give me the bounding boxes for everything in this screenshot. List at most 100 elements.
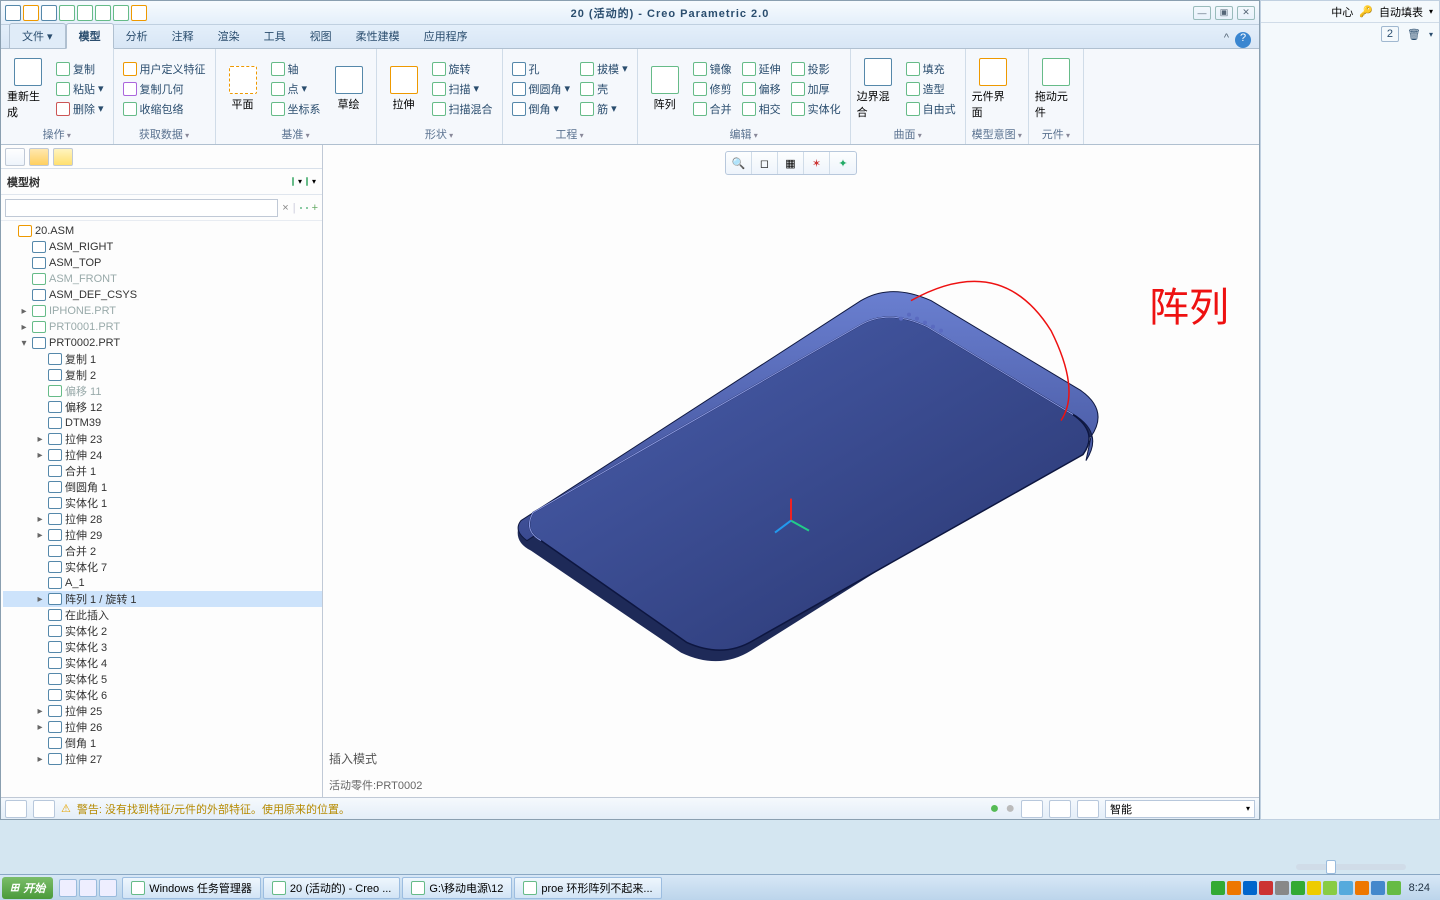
- add-filter-icon[interactable]: +: [312, 202, 318, 214]
- round-button[interactable]: 倒圆角 ▾: [509, 80, 574, 98]
- draft-button[interactable]: 拔模 ▾: [577, 60, 631, 78]
- extend-button[interactable]: 延伸: [739, 60, 784, 78]
- paste-button[interactable]: 粘贴 ▾: [53, 80, 107, 98]
- tree-item[interactable]: 实体化 1: [3, 495, 322, 511]
- tab-badge[interactable]: 2: [1381, 26, 1399, 42]
- tree-item[interactable]: 偏移 11: [3, 383, 322, 399]
- tree-item[interactable]: ASM_RIGHT: [3, 239, 322, 255]
- rib-button[interactable]: 筋 ▾: [577, 100, 631, 118]
- tree-item[interactable]: 实体化 4: [3, 655, 322, 671]
- help-icon[interactable]: ?: [1235, 32, 1251, 48]
- new-icon[interactable]: [5, 5, 21, 21]
- tree-show-icon[interactable]: [306, 177, 308, 186]
- tree-item[interactable]: 复制 2: [3, 367, 322, 383]
- tray-icon[interactable]: [1243, 881, 1257, 895]
- pattern-button[interactable]: 阵列: [644, 53, 686, 124]
- tree-item[interactable]: 实体化 6: [3, 687, 322, 703]
- intersect-button[interactable]: 相交: [739, 100, 784, 118]
- autofill-label[interactable]: 自动填表: [1379, 4, 1423, 20]
- close-win-icon[interactable]: [131, 5, 147, 21]
- tree-item[interactable]: 偏移 12: [3, 399, 322, 415]
- sketch-button[interactable]: 草绘: [328, 53, 370, 124]
- clock[interactable]: 8:24: [1403, 882, 1436, 894]
- hole-button[interactable]: 孔: [509, 60, 574, 78]
- tray-icon[interactable]: [1387, 881, 1401, 895]
- win-restore[interactable]: ▣: [1215, 6, 1233, 20]
- named-views-icon[interactable]: ✶: [804, 152, 830, 174]
- filter-icon[interactable]: [306, 207, 308, 209]
- tab-tools[interactable]: 工具: [252, 24, 298, 48]
- delete-button[interactable]: 删除 ▾: [53, 100, 107, 118]
- tree-item[interactable]: 合并 1: [3, 463, 322, 479]
- udf-button[interactable]: 用户定义特征: [120, 60, 209, 78]
- save-icon[interactable]: [41, 5, 57, 21]
- tray-icon[interactable]: [1371, 881, 1385, 895]
- status-icon-2[interactable]: [33, 800, 55, 818]
- tray-icon[interactable]: [1339, 881, 1353, 895]
- csys-button[interactable]: 坐标系: [268, 100, 324, 118]
- tab-flex[interactable]: 柔性建模: [344, 24, 412, 48]
- tree-item[interactable]: ▾PRT0002.PRT: [3, 335, 322, 351]
- shrinkwrap-button[interactable]: 收缩包络: [120, 100, 209, 118]
- zoom-slider[interactable]: [1296, 864, 1406, 870]
- windows-icon[interactable]: [113, 5, 129, 21]
- taskbar-task[interactable]: Windows 任务管理器: [122, 877, 261, 899]
- repaint-icon[interactable]: ▦: [778, 152, 804, 174]
- tab-render[interactable]: 渲染: [206, 24, 252, 48]
- tab-model[interactable]: 模型: [66, 23, 114, 49]
- tray-icon[interactable]: [1211, 881, 1225, 895]
- tree-item[interactable]: ▸拉伸 25: [3, 703, 322, 719]
- tree-item[interactable]: ▸拉伸 23: [3, 431, 322, 447]
- tree-item[interactable]: ▸拉伸 24: [3, 447, 322, 463]
- refit-icon[interactable]: 🔍: [726, 152, 752, 174]
- selection-filter-combo[interactable]: 智能▾: [1105, 800, 1255, 818]
- copy-button[interactable]: 复制: [53, 60, 107, 78]
- tab-file[interactable]: 文件 ▾: [9, 23, 66, 49]
- solidify-button[interactable]: 实体化: [788, 100, 844, 118]
- blend-button[interactable]: 扫描混合: [429, 100, 496, 118]
- selection-filter-icon-2[interactable]: [1077, 800, 1099, 818]
- taskbar-task[interactable]: G:\移动电源\12: [402, 877, 512, 899]
- clear-icon[interactable]: ×: [282, 202, 288, 214]
- tab-view[interactable]: 视图: [298, 24, 344, 48]
- tree-item[interactable]: ASM_DEF_CSYS: [3, 287, 322, 303]
- thicken-button[interactable]: 加厚: [788, 80, 844, 98]
- tree-item[interactable]: 实体化 7: [3, 559, 322, 575]
- status-icon-1[interactable]: [5, 800, 27, 818]
- zoom-box-icon[interactable]: ◻: [752, 152, 778, 174]
- offset-button[interactable]: 偏移: [739, 80, 784, 98]
- find-icon[interactable]: [300, 207, 302, 209]
- tree-item[interactable]: ▸PRT0001.PRT: [3, 319, 322, 335]
- tab-apps[interactable]: 应用程序: [412, 24, 480, 48]
- merge-button[interactable]: 合并: [690, 100, 735, 118]
- regen-button[interactable]: 重新生成: [7, 53, 49, 124]
- revolve-button[interactable]: 旋转: [429, 60, 496, 78]
- tree-item[interactable]: DTM39: [3, 415, 322, 431]
- copygeom-button[interactable]: 复制几何: [120, 80, 209, 98]
- ql-desktop-icon[interactable]: [79, 879, 97, 897]
- tray-icon[interactable]: [1355, 881, 1369, 895]
- tray-icon[interactable]: [1291, 881, 1305, 895]
- tree-item[interactable]: 实体化 2: [3, 623, 322, 639]
- extrude-button[interactable]: 拉伸: [383, 53, 425, 124]
- tree-tab-3[interactable]: [53, 148, 73, 166]
- tree-item[interactable]: ▸拉伸 27: [3, 751, 322, 767]
- tab-analysis[interactable]: 分析: [114, 24, 160, 48]
- start-button[interactable]: ⊞ 开始: [2, 877, 53, 899]
- taskbar-task[interactable]: 20 (活动的) - Creo ...: [263, 877, 400, 899]
- tree-root[interactable]: 20.ASM: [3, 223, 322, 239]
- tree-item[interactable]: 复制 1: [3, 351, 322, 367]
- tree-item[interactable]: ASM_FRONT: [3, 271, 322, 287]
- regen-icon[interactable]: [95, 5, 111, 21]
- tree-tab-2[interactable]: [29, 148, 49, 166]
- tree-item[interactable]: 在此插入: [3, 607, 322, 623]
- tree-item[interactable]: ▸拉伸 28: [3, 511, 322, 527]
- tree-item[interactable]: ▸阵列 1 / 旋转 1: [3, 591, 322, 607]
- comp-iface-button[interactable]: 元件界面: [972, 53, 1014, 124]
- tree-settings-icon[interactable]: [292, 177, 294, 186]
- tray-icon[interactable]: [1275, 881, 1289, 895]
- tree-search-input[interactable]: [5, 199, 278, 217]
- trash-icon[interactable]: 🗑: [1407, 28, 1421, 41]
- tree-item[interactable]: 合并 2: [3, 543, 322, 559]
- boundary-button[interactable]: 边界混合: [857, 53, 899, 124]
